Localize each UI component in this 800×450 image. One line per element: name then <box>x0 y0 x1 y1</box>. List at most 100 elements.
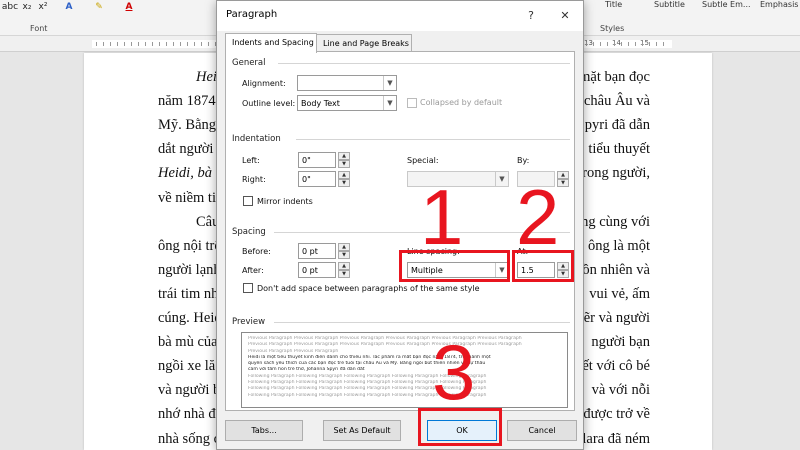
style-emphasis[interactable]: Emphasis <box>760 0 798 9</box>
ruler-tick <box>635 42 636 46</box>
ruler-tick <box>131 42 132 46</box>
left-indent-spinner[interactable]: ▲ ▼ <box>338 152 350 168</box>
document-line-right: người bạn <box>591 334 650 351</box>
after-input[interactable]: 0 pt <box>298 262 336 278</box>
right-indent-input[interactable]: 0" <box>298 171 336 187</box>
alignment-select[interactable]: ▼ <box>297 75 397 91</box>
document-line-left: và người b <box>158 382 221 399</box>
outline-level-label: Outline level: <box>242 99 296 108</box>
alignment-label: Alignment: <box>242 79 286 88</box>
annotation-step-1: 1 <box>420 173 464 261</box>
document-line-left: ngồi xe lă <box>158 358 216 375</box>
style-title[interactable]: Title <box>605 0 622 9</box>
left-indent-label: Left: <box>242 156 260 165</box>
ruler-tick <box>642 42 643 46</box>
document-line-right: châu Âu và <box>583 93 650 110</box>
document-line-left: trái tim nh <box>158 285 219 302</box>
before-input[interactable]: 0 pt <box>298 243 336 259</box>
outline-level-select[interactable]: Body Text ▼ <box>297 95 397 111</box>
ruler-tick <box>593 42 594 46</box>
general-header: General <box>232 58 266 68</box>
close-button[interactable]: ✕ <box>555 6 575 24</box>
ruler-tick <box>600 42 601 46</box>
mirror-indents-checkbox[interactable] <box>243 196 253 206</box>
document-line-left: Mỹ. Bằng <box>158 117 216 134</box>
mirror-indents-label: Mirror indents <box>257 197 313 206</box>
ruler-tick <box>208 42 209 46</box>
ruler-tick <box>173 42 174 46</box>
dont-add-space-checkbox[interactable] <box>243 283 253 293</box>
style-subtitle[interactable]: Subtitle <box>654 0 685 9</box>
ruler-tick <box>586 42 587 46</box>
styles-group-label: Styles <box>600 24 625 33</box>
ruler-tick <box>96 42 97 46</box>
font-color-button[interactable]: A <box>122 0 136 14</box>
text-effects-button[interactable]: A <box>62 0 76 14</box>
help-button[interactable]: ? <box>521 6 541 24</box>
spin-down-icon[interactable]: ▼ <box>338 179 350 187</box>
document-line-left: năm 1874, <box>158 93 220 110</box>
subscript-button[interactable]: x₂ <box>20 0 34 14</box>
document-line-right: tiểu thuyết <box>588 141 650 158</box>
document-line-right: được trở về <box>583 406 650 423</box>
spin-up-icon[interactable]: ▲ <box>338 262 350 270</box>
ruler-tick <box>124 42 125 46</box>
left-indent-input[interactable]: 0" <box>298 152 336 168</box>
spin-down-icon[interactable]: ▼ <box>338 160 350 168</box>
ruler-tick <box>649 42 650 46</box>
ruler-tick <box>138 42 139 46</box>
ruler-tick <box>117 42 118 46</box>
document-line-right: ông là một <box>587 237 650 254</box>
document-line-left: cúng. Heid <box>158 310 222 326</box>
right-indent-value: 0" <box>302 175 311 184</box>
set-as-default-button[interactable]: Set As Default <box>323 420 401 441</box>
after-value: 0 pt <box>302 266 318 275</box>
before-spinner[interactable]: ▲ ▼ <box>338 243 350 259</box>
spin-up-icon[interactable]: ▲ <box>338 171 350 179</box>
document-line-right: mặt bạn đọc <box>579 69 650 85</box>
preview-divider <box>274 322 570 323</box>
superscript-button[interactable]: x² <box>36 0 50 14</box>
spin-down-icon[interactable]: ▼ <box>338 270 350 278</box>
dialog-titlebar[interactable]: Paragraph ? ✕ <box>217 1 583 31</box>
document-line-right: vui vẻ, ấm <box>589 285 650 302</box>
collapsed-by-default-label: Collapsed by default <box>420 98 503 107</box>
document-line-right: ẽr và người <box>583 310 650 326</box>
ruler-tick <box>201 42 202 46</box>
ruler-tick <box>621 42 622 46</box>
collapsed-by-default-checkbox[interactable] <box>407 98 417 108</box>
ruler-tick <box>110 42 111 46</box>
spacing-header: Spacing <box>232 227 266 237</box>
spin-down-icon[interactable]: ▼ <box>338 251 350 259</box>
outline-level-value: Body Text <box>301 99 340 108</box>
special-label: Special: <box>407 156 439 165</box>
tab-indents-and-spacing[interactable]: Indents and Spacing <box>225 33 317 53</box>
chevron-down-icon: ▼ <box>495 172 508 186</box>
document-line-left: Heidi, bà đ <box>158 165 223 182</box>
ruler-tick <box>187 42 188 46</box>
dialog-title: Paragraph <box>226 9 278 20</box>
right-indent-spinner[interactable]: ▲ ▼ <box>338 171 350 187</box>
style-subtle-emphasis[interactable]: Subtle Em... <box>702 0 751 9</box>
after-spinner[interactable]: ▲ ▼ <box>338 262 350 278</box>
spin-up-icon[interactable]: ▲ <box>338 243 350 251</box>
ruler-tick <box>663 42 664 46</box>
strikethrough-button[interactable]: abc <box>2 0 18 14</box>
ruler-tick <box>180 42 181 46</box>
preview-following-line: Following Paragraph Following Paragraph … <box>248 392 487 398</box>
document-line-left: nhớ nhà đ <box>158 406 216 423</box>
highlight-button[interactable]: ✎ <box>92 0 106 14</box>
ruler-tick <box>145 42 146 46</box>
tabs-button[interactable]: Tabs... <box>225 420 303 441</box>
ruler-tick <box>194 42 195 46</box>
cancel-button[interactable]: Cancel <box>507 420 577 441</box>
tab-line-and-page-breaks[interactable]: Line and Page Breaks <box>316 34 412 52</box>
font-group-label: Font <box>30 24 48 33</box>
preview-previous-line: Previous Paragraph Previous Paragraph Pr… <box>248 342 522 348</box>
chevron-down-icon: ▼ <box>383 76 396 90</box>
dont-add-space-label: Don't add space between paragraphs of th… <box>257 284 480 293</box>
document-line-left: dắt người c <box>158 141 224 158</box>
document-line-left: về niềm tin <box>158 189 224 206</box>
document-line-left: người lạnh <box>158 261 221 278</box>
spin-up-icon[interactable]: ▲ <box>338 152 350 160</box>
